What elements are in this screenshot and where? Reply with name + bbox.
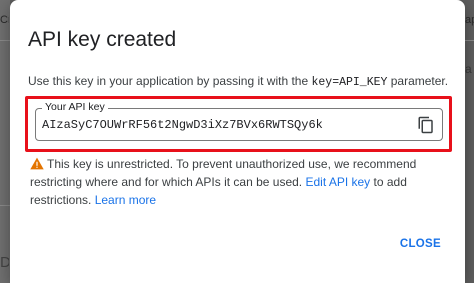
background-text-fragment: DA [0,254,9,271]
background-divider [0,205,10,206]
content-copy-icon[interactable] [417,116,435,134]
background-divider [465,40,474,41]
api-key-value[interactable]: AIzaSyC7OUWrRF56t2NgwD3iXz7BVx6RWTSQy6k [42,118,323,132]
learn-more-link[interactable]: Learn more [95,193,156,207]
edit-api-key-link[interactable]: Edit API key [305,175,370,189]
description-code: key=API_KEY [311,76,388,89]
dialog-title: API key created [28,28,177,51]
dialog-description: Use this key in your application by pass… [28,74,448,89]
api-key-highlight: Your API key AIzaSyC7OUWrRF56t2NgwD3iXz7… [25,96,452,152]
warning-triangle-icon [30,157,44,170]
close-button[interactable]: CLOSE [400,238,441,250]
api-key-dialog: API key created Use this key in your app… [10,0,465,283]
background-text-fragment: Cre [0,14,9,26]
background-text-fragment: ap [465,14,474,26]
description-text-end: parameter. [387,74,449,88]
backdrop [0,0,10,283]
background-divider [0,40,10,41]
description-text: Use this key in your application by pass… [28,74,312,88]
background-text-fragment: a [465,62,472,76]
api-key-label: Your API key [42,101,108,113]
api-key-field[interactable]: Your API key AIzaSyC7OUWrRF56t2NgwD3iXz7… [35,101,443,141]
unrestricted-warning: This key is unrestricted. To prevent una… [30,155,450,209]
